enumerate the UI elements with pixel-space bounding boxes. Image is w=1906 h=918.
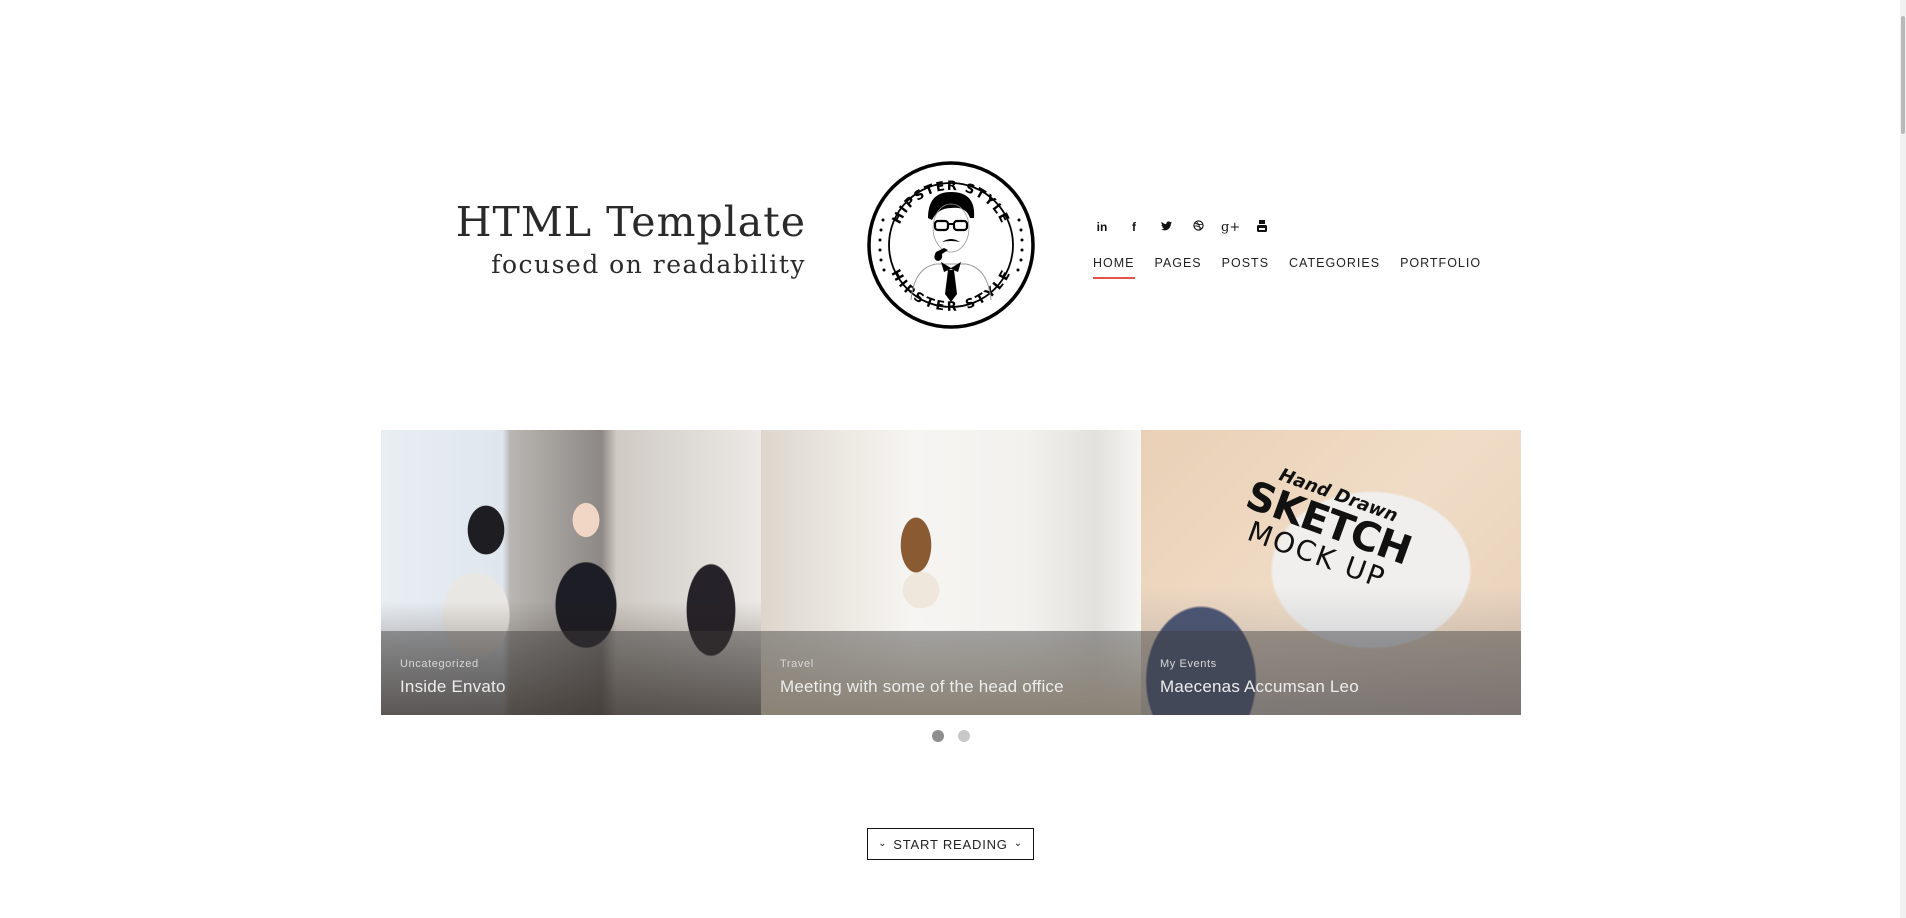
featured-posts-slider: Uncategorized Inside Envato Travel Meeti… (381, 430, 1521, 715)
start-reading-button[interactable]: ⌄ START READING ⌄ (867, 828, 1034, 860)
social-links: in f g+ (1093, 218, 1285, 236)
nav-item-categories[interactable]: CATEGORIES (1289, 256, 1380, 279)
hipster-logo[interactable]: HIPSTER STYLE HIPSTER STYLE (866, 160, 1036, 330)
chevron-down-icon: ⌄ (1013, 837, 1023, 849)
nav-item-posts[interactable]: POSTS (1222, 256, 1269, 279)
nav-item-portfolio[interactable]: PORTFOLIO (1400, 256, 1481, 279)
sketch-mockup-text: Hand Drawn SKETCH MOCK UP (1240, 464, 1417, 595)
chevron-down-icon: ⌄ (878, 837, 888, 849)
slide-title[interactable]: Inside Envato (400, 677, 506, 697)
google-plus-icon[interactable]: g+ (1221, 218, 1253, 236)
nav-item-pages[interactable]: PAGES (1155, 256, 1202, 279)
facebook-icon[interactable]: f (1125, 218, 1157, 236)
slide-card[interactable]: Hand Drawn SKETCH MOCK UP My Events Maec… (1141, 430, 1521, 715)
slide-card[interactable]: Uncategorized Inside Envato (381, 430, 761, 715)
slide-caption-overlay (761, 631, 1141, 715)
main-nav: HOME PAGES POSTS CATEGORIES PORTFOLIO (1093, 256, 1501, 279)
slider-pagination (932, 730, 970, 742)
site-branding: HTML Template focused on readability (456, 198, 806, 282)
pagination-dot-1[interactable] (932, 730, 944, 742)
slide-title[interactable]: Meeting with some of the head office (780, 677, 1064, 697)
slide-category[interactable]: Uncategorized (400, 658, 479, 670)
nav-item-home[interactable]: HOME (1093, 256, 1135, 279)
youtube-icon[interactable] (1253, 218, 1285, 236)
start-reading-label: START READING (893, 836, 1008, 852)
slide-caption-overlay (381, 631, 761, 715)
slide-card[interactable]: Travel Meeting with some of the head off… (761, 430, 1141, 715)
page-scrollbar[interactable] (1900, 0, 1906, 918)
site-title[interactable]: HTML Template (456, 198, 806, 246)
pagination-dot-2[interactable] (958, 730, 970, 742)
hipster-logo-icon: HIPSTER STYLE HIPSTER STYLE (867, 161, 1035, 329)
slide-title[interactable]: Maecenas Accumsan Leo (1160, 677, 1359, 697)
site-tagline: focused on readability (491, 250, 806, 279)
dribbble-icon[interactable] (1189, 218, 1221, 236)
slide-category[interactable]: My Events (1160, 658, 1217, 670)
twitter-icon[interactable] (1157, 218, 1189, 236)
linkedin-icon[interactable]: in (1093, 218, 1125, 236)
slide-caption-overlay (1141, 631, 1521, 715)
slide-category[interactable]: Travel (780, 658, 814, 670)
scrollbar-thumb[interactable] (1901, 16, 1905, 134)
